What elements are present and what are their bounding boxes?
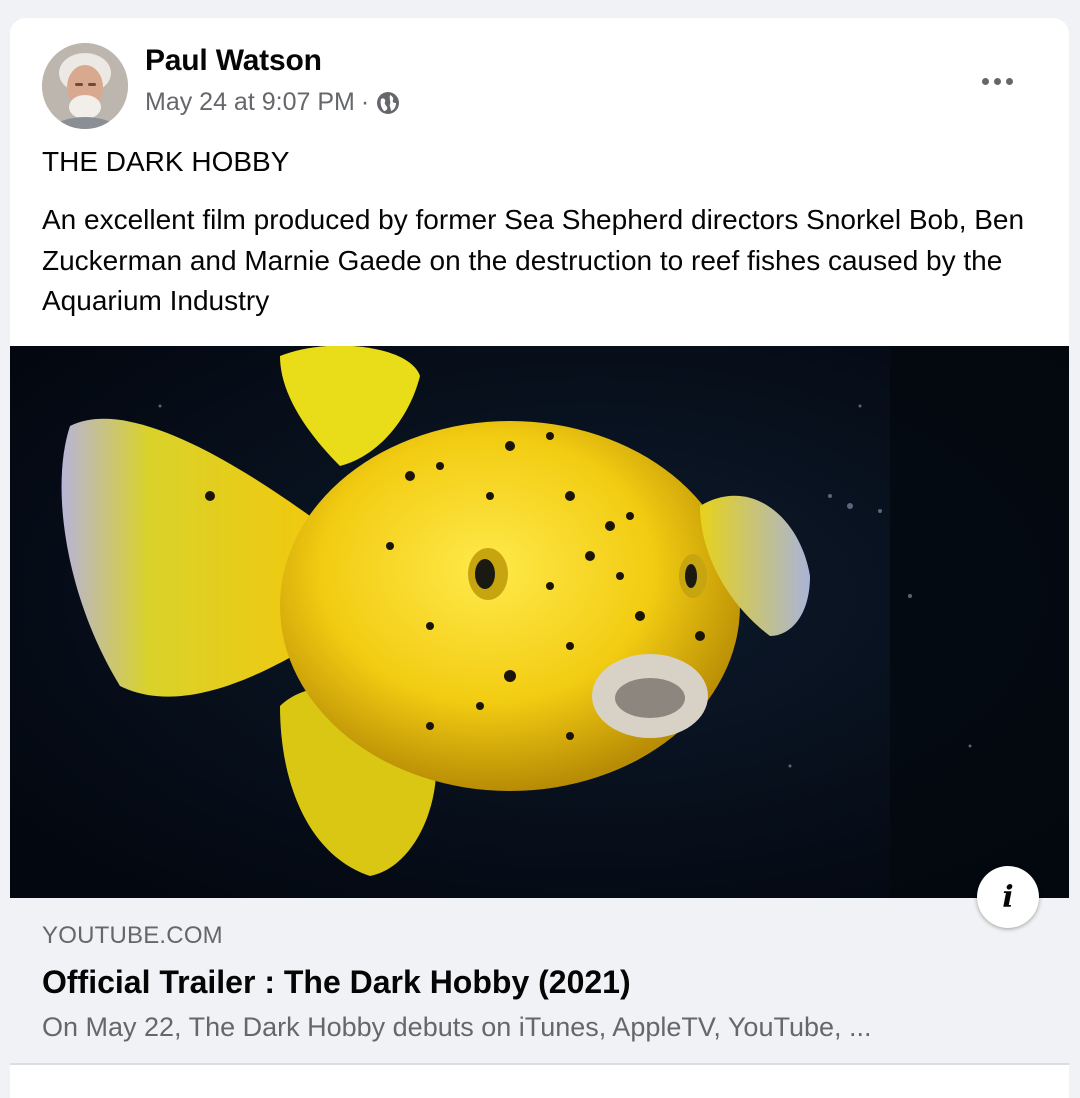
post-body: An excellent film produced by former Sea… (42, 204, 1025, 316)
post-card: Paul Watson May 24 at 9:07 PM · THE DARK… (10, 18, 1069, 1098)
avatar-image (42, 43, 128, 129)
more-options-button[interactable] (975, 68, 1019, 94)
link-title[interactable]: Official Trailer : The Dark Hobby (2021) (42, 964, 631, 1001)
author-avatar[interactable] (42, 43, 128, 129)
post-header: Paul Watson May 24 at 9:07 PM · (10, 18, 1069, 138)
link-preview-image[interactable] (10, 346, 1069, 898)
post-meta: May 24 at 9:07 PM · (145, 88, 401, 117)
more-options-icon (981, 77, 989, 85)
info-button[interactable]: i (977, 866, 1039, 928)
meta-separator: · (360, 88, 370, 116)
link-preview[interactable]: YOUTUBE.COM Official Trailer : The Dark … (10, 898, 1069, 1065)
post-title: THE DARK HOBBY (42, 146, 290, 177)
link-description: On May 22, The Dark Hobby debuts on iTun… (42, 1012, 872, 1042)
globe-icon[interactable] (375, 90, 401, 116)
post-timestamp[interactable]: May 24 at 9:07 PM (145, 88, 355, 117)
link-domain: YOUTUBE.COM (42, 922, 223, 949)
author-name[interactable]: Paul Watson (145, 44, 322, 78)
pufferfish-image (10, 346, 1069, 898)
